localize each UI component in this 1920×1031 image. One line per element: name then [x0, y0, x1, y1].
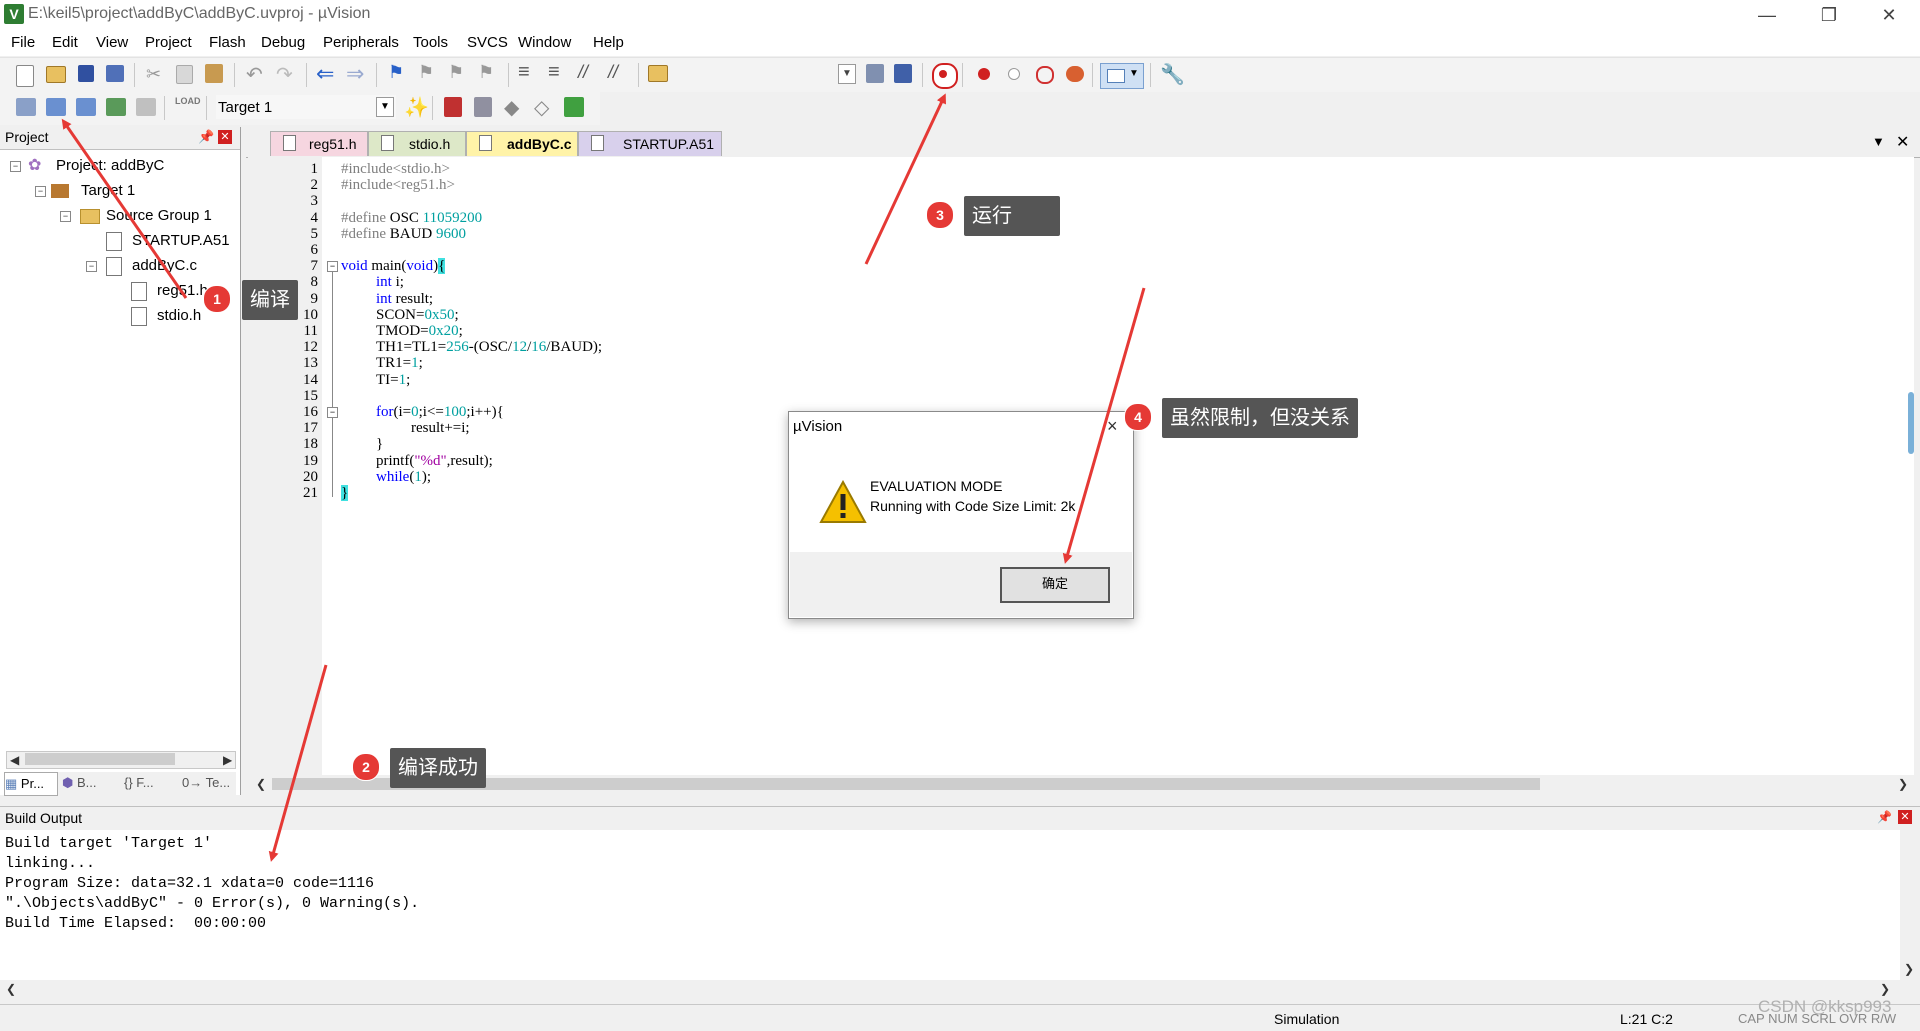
annotation-badge-4: 4 [1124, 403, 1152, 431]
arrow-1 [61, 118, 188, 299]
annotation-arrows [61, 93, 1146, 862]
annotation-callout-2: 编译成功 [390, 748, 486, 788]
annotation-badge-1: 1 [203, 285, 231, 313]
arrow-2 [268, 664, 328, 862]
annotation-badge-3: 3 [926, 201, 954, 229]
annotation-badge-2: 2 [352, 753, 380, 781]
annotation-callout-4: 虽然限制，但没关系 [1162, 398, 1358, 438]
annotation-callout-3: 运行 [964, 196, 1060, 236]
arrow-3 [864, 93, 946, 265]
annotation-callout-1: 编译 [242, 280, 298, 320]
